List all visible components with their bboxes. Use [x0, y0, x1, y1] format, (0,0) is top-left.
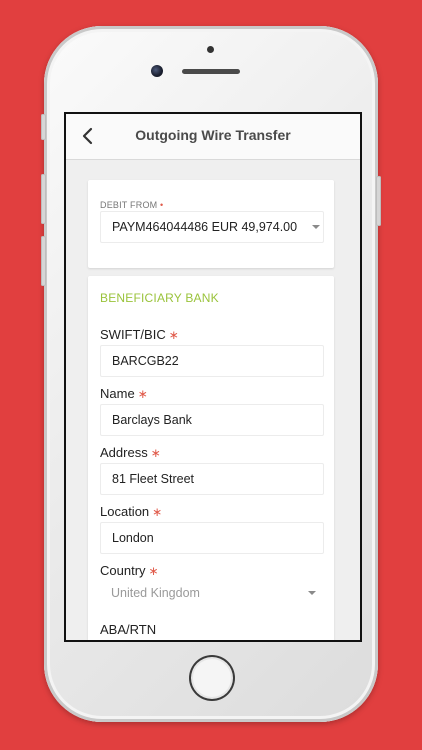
address-input[interactable]: 81 Fleet Street: [100, 463, 324, 495]
chevron-down-icon: [312, 225, 320, 229]
required-asterisk-icon: ∗: [168, 328, 179, 342]
address-value: 81 Fleet Street: [112, 472, 194, 486]
required-asterisk-icon: ∗: [150, 446, 161, 460]
debit-from-label: DEBIT FROM •: [100, 200, 163, 210]
swift-bic-label: SWIFT/BIC ∗: [100, 327, 179, 342]
chevron-down-icon: [308, 591, 316, 595]
country-value: United Kingdom: [111, 586, 200, 600]
swift-bic-input[interactable]: BARCGB22: [100, 345, 324, 377]
navigation-bar: Outgoing Wire Transfer: [66, 114, 360, 160]
beneficiary-bank-title: BENEFICIARY BANK: [100, 291, 219, 305]
proximity-sensor: [207, 46, 214, 53]
home-button[interactable]: [189, 655, 235, 701]
aba-rtn-label: ABA/RTN: [100, 622, 156, 637]
required-indicator: •: [160, 200, 164, 210]
beneficiary-bank-card: BENEFICIARY BANK SWIFT/BIC ∗ BARCGB22 Nam…: [88, 276, 334, 640]
app-screen: Outgoing Wire Transfer DEBIT FROM • PAYM…: [64, 112, 362, 642]
phone-device: Outgoing Wire Transfer DEBIT FROM • PAYM…: [41, 26, 381, 722]
earpiece-speaker: [182, 69, 240, 74]
aba-rtn-label-text: ABA/RTN: [100, 622, 157, 637]
volume-up-button: [41, 174, 46, 224]
location-label-text: Location: [100, 504, 150, 519]
swift-bic-label-text: SWIFT/BIC: [100, 327, 166, 342]
name-label: Name ∗: [100, 386, 148, 401]
front-camera: [151, 65, 163, 77]
debit-from-card: DEBIT FROM • PAYM464044486 EUR 49,974.00: [88, 180, 334, 268]
volume-down-button: [41, 236, 46, 286]
required-asterisk-icon: ∗: [137, 387, 148, 401]
country-select[interactable]: United Kingdom: [100, 578, 322, 608]
power-button: [376, 176, 381, 226]
page-title: Outgoing Wire Transfer: [135, 127, 291, 143]
name-input[interactable]: Barclays Bank: [100, 404, 324, 436]
name-label-text: Name: [100, 386, 135, 401]
required-asterisk-icon: ∗: [148, 564, 159, 578]
debit-account-select[interactable]: PAYM464044486 EUR 49,974.00: [100, 211, 324, 243]
swift-bic-value: BARCGB22: [112, 354, 179, 368]
silent-switch: [41, 114, 46, 140]
debit-from-label-text: DEBIT FROM: [100, 200, 158, 210]
debit-account-value: PAYM464044486 EUR 49,974.00: [112, 220, 298, 234]
country-label: Country ∗: [100, 563, 159, 578]
name-value: Barclays Bank: [112, 413, 192, 427]
country-label-text: Country: [100, 563, 146, 578]
location-label: Location ∗: [100, 504, 162, 519]
location-input[interactable]: London: [100, 522, 324, 554]
address-label-text: Address: [100, 445, 148, 460]
address-label: Address ∗: [100, 445, 161, 460]
required-asterisk-icon: ∗: [152, 505, 163, 519]
location-value: London: [112, 531, 154, 545]
